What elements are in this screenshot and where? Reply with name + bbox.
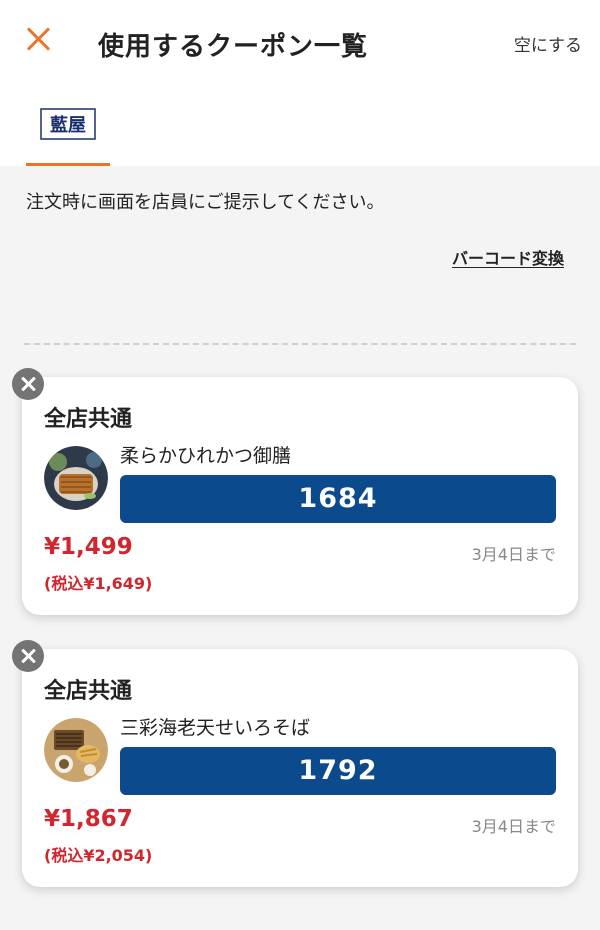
remove-coupon-icon[interactable] (12, 640, 44, 672)
tab-aiya[interactable]: 藍屋 (26, 88, 110, 166)
instruction-text: 注文時に画面を店員にご提示してください。 (26, 192, 385, 213)
clear-button[interactable]: 空にする (514, 31, 582, 56)
header: 使用するクーポン一覧 空にする (0, 0, 600, 88)
food-thumbnail (44, 718, 108, 782)
store-tabbar: 藍屋 (0, 88, 600, 166)
close-icon[interactable] (22, 22, 56, 56)
coupon-tax-price: (税込¥2,054) (44, 846, 153, 865)
coupon-scope: 全店共通 (44, 407, 133, 432)
aiya-logo: 藍屋 (40, 108, 96, 140)
coupon-scope: 全店共通 (44, 679, 133, 704)
coupon-card: 全店共通 三彩海老天せいろそば 1792 ¥1,867 (税込¥2,054) 3… (12, 640, 578, 887)
page-title: 使用するクーポン一覧 (98, 32, 369, 62)
tab-active-indicator (26, 163, 110, 166)
svg-text:藍屋: 藍屋 (50, 115, 86, 136)
divider (24, 343, 576, 345)
coupon-expiry: 3月4日まで (471, 545, 556, 564)
coupon-item-name: 柔らかひれかつ御膳 (120, 445, 292, 467)
coupon-tax-price: (税込¥1,649) (44, 574, 153, 593)
remove-coupon-icon[interactable] (12, 368, 44, 400)
coupon-expiry: 3月4日まで (471, 817, 556, 836)
barcode-convert-link[interactable]: バーコード変換 (452, 245, 564, 269)
coupon-card: 全店共通 柔らかひれかつ御膳 1684 ¥1,499 (税込¥1,649) 3月… (12, 368, 578, 615)
coupon-code: 1684 (120, 475, 556, 523)
coupon-code: 1792 (120, 747, 556, 795)
coupon-price: ¥1,867 (44, 806, 133, 832)
food-thumbnail (44, 446, 108, 510)
coupon-item-name: 三彩海老天せいろそば (120, 717, 311, 739)
coupon-price: ¥1,499 (44, 534, 133, 560)
